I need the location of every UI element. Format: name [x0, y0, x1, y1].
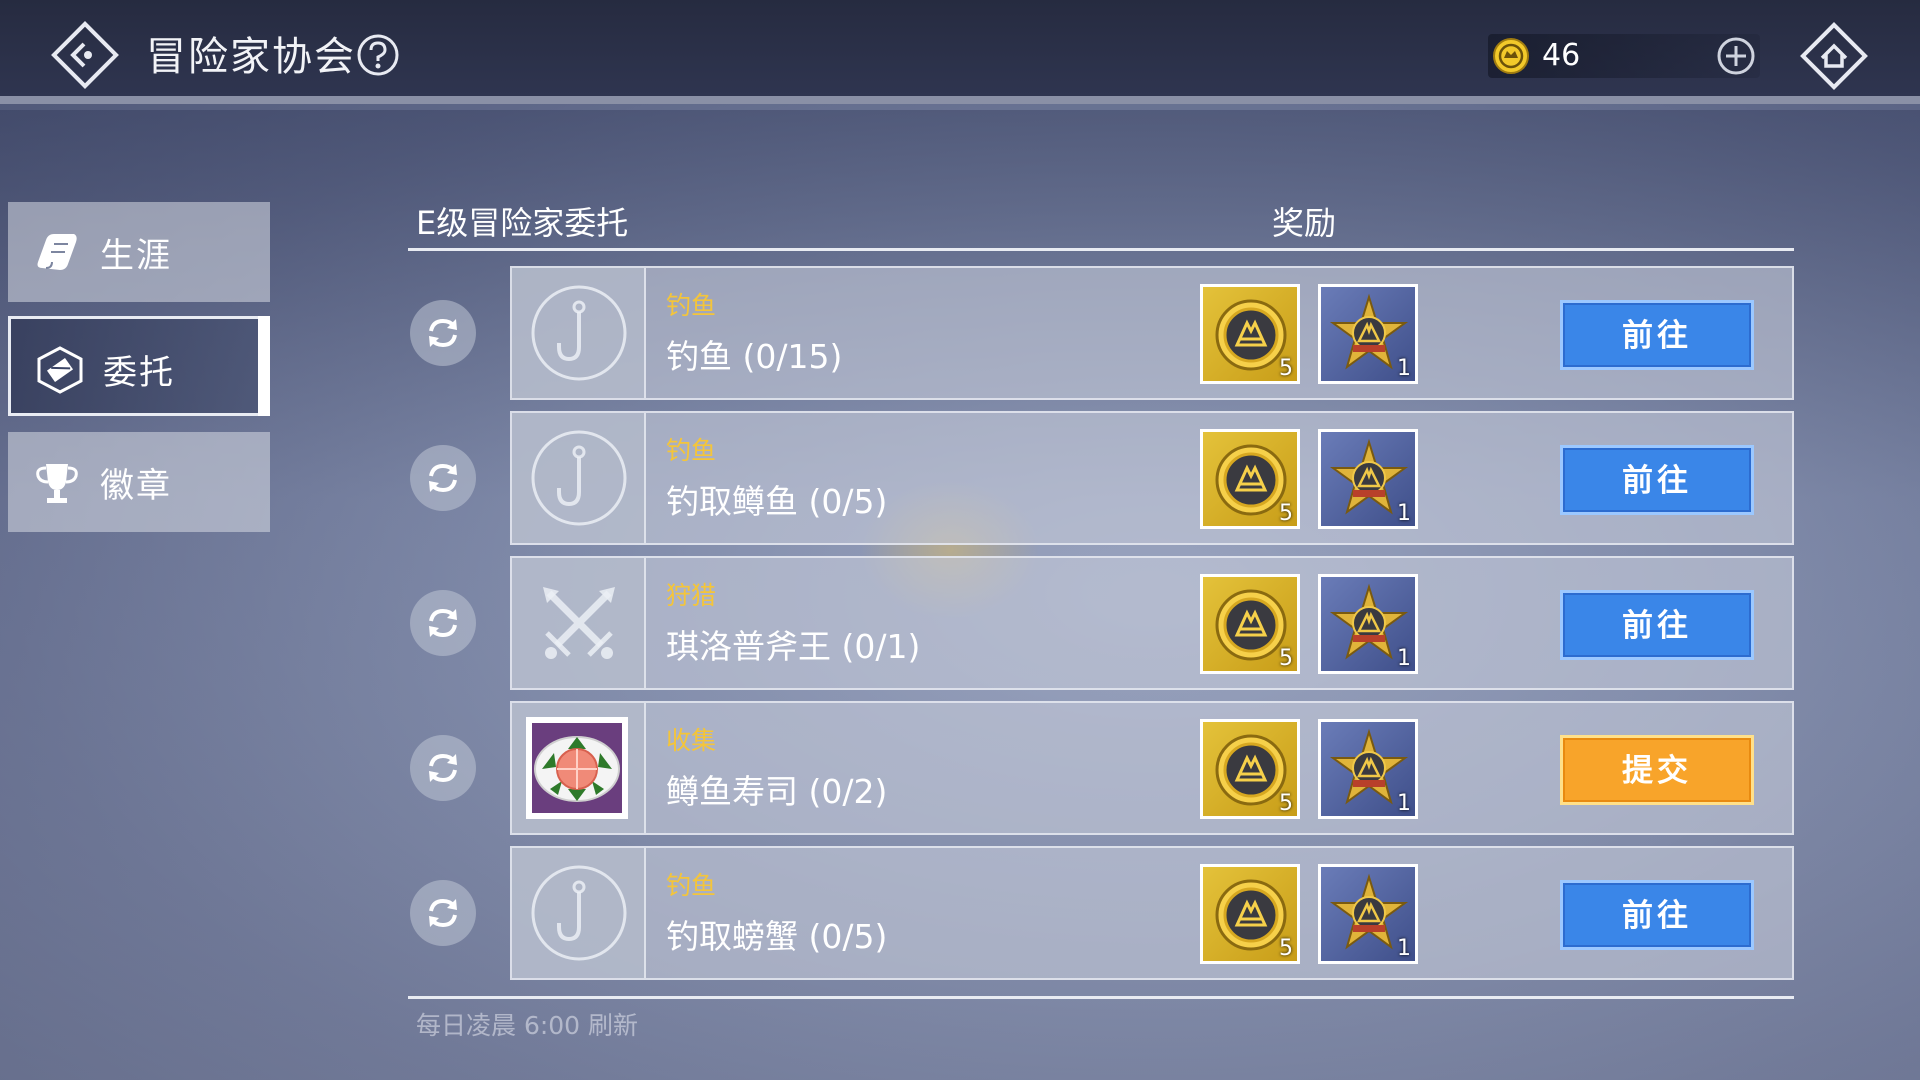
item-frame[interactable] [526, 717, 628, 819]
commission-row: 钓鱼 钓鱼 (0/15) 5 1 前往 [0, 266, 1920, 400]
page-title: 冒险家协会 [146, 34, 356, 80]
commission-card: 钓鱼 钓鱼 (0/15) 5 1 前往 [510, 266, 1794, 400]
back-diamond-icon [51, 21, 119, 89]
top-bar: 冒险家协会 46 [0, 0, 1920, 104]
commission-row: 收集 鳟鱼寿司 (0/2) 5 1 提交 [0, 701, 1920, 835]
submit-button[interactable]: 提交 [1560, 735, 1754, 805]
refresh-icon [429, 898, 457, 928]
reward-item-coin[interactable]: 5 [1200, 284, 1300, 384]
home-diamond-icon [1800, 22, 1868, 90]
reward-count: 1 [1397, 936, 1411, 961]
refresh-commission-button[interactable] [410, 880, 476, 946]
task-category: 狩猎 [666, 581, 717, 610]
task-category: 钓鱼 [666, 436, 717, 465]
refresh-icon [429, 753, 457, 783]
commission-card: 钓鱼 钓取螃蟹 (0/5) 5 1 前往 [510, 846, 1794, 980]
coin-icon [1493, 38, 1529, 74]
refresh-commission-button[interactable] [410, 445, 476, 511]
reward-count: 5 [1279, 501, 1293, 526]
go-button[interactable]: 前往 [1560, 590, 1754, 660]
reward-item-badge[interactable]: 1 [1318, 284, 1418, 384]
reward-count: 1 [1397, 791, 1411, 816]
task-name: 钓取螃蟹 (0/5) [666, 917, 888, 956]
task-icon-box [512, 848, 646, 978]
reward-item-coin[interactable]: 5 [1200, 574, 1300, 674]
help-icon[interactable] [356, 33, 400, 77]
go-button[interactable]: 前往 [1560, 300, 1754, 370]
reward-count: 5 [1279, 356, 1293, 381]
task-name: 钓取鳟鱼 (0/5) [666, 482, 888, 521]
add-currency-button[interactable] [1716, 36, 1756, 76]
commission-card: 狩猎 琪洛普斧王 (0/1) 5 1 前往 [510, 556, 1794, 690]
commission-card: 收集 鳟鱼寿司 (0/2) 5 1 提交 [510, 701, 1794, 835]
commission-row: 钓鱼 钓取鳟鱼 (0/5) 5 1 前往 [0, 411, 1920, 545]
commission-card: 钓鱼 钓取鳟鱼 (0/5) 5 1 前往 [510, 411, 1794, 545]
back-button[interactable] [50, 20, 120, 90]
reward-item-badge[interactable]: 1 [1318, 864, 1418, 964]
refresh-commission-button[interactable] [410, 735, 476, 801]
fishing-hook-icon [531, 865, 627, 961]
refresh-icon [429, 463, 457, 493]
reward-column-header: 奖励 [1272, 204, 1337, 242]
plus-icon [1717, 37, 1755, 75]
task-name: 琪洛普斧王 (0/1) [666, 627, 921, 666]
commission-row: 钓鱼 钓取螃蟹 (0/5) 5 1 前往 [0, 846, 1920, 980]
reward-count: 5 [1279, 646, 1293, 671]
reward-count: 1 [1397, 356, 1411, 381]
task-category: 收集 [666, 726, 717, 755]
reward-item-coin[interactable]: 5 [1200, 719, 1300, 819]
task-icon-box [512, 558, 646, 688]
commission-row: 狩猎 琪洛普斧王 (0/1) 5 1 前往 [0, 556, 1920, 690]
reward-count: 5 [1279, 936, 1293, 961]
trout-sushi-icon [532, 723, 622, 813]
commission-list-title: E级冒险家委托 [416, 204, 629, 242]
task-icon-box [512, 268, 646, 398]
task-name: 钓鱼 (0/15) [666, 337, 843, 376]
reward-item-badge[interactable]: 1 [1318, 574, 1418, 674]
reward-count: 5 [1279, 791, 1293, 816]
fishing-hook-icon [531, 430, 627, 526]
coin-value: 46 [1542, 38, 1581, 73]
reward-item-badge[interactable]: 1 [1318, 429, 1418, 529]
refresh-commission-button[interactable] [410, 590, 476, 656]
go-button[interactable]: 前往 [1560, 880, 1754, 950]
refresh-icon [429, 318, 457, 348]
refresh-time-note: 每日凌晨 6:00 刷新 [416, 1011, 639, 1040]
reward-item-coin[interactable]: 5 [1200, 864, 1300, 964]
reward-item-badge[interactable]: 1 [1318, 719, 1418, 819]
task-category: 钓鱼 [666, 871, 717, 900]
footer-divider [408, 996, 1794, 999]
task-icon-box [512, 703, 646, 833]
task-icon-box [512, 413, 646, 543]
task-category: 钓鱼 [666, 291, 717, 320]
crossed-swords-icon [543, 587, 615, 659]
home-button[interactable] [1798, 20, 1870, 92]
refresh-icon [429, 608, 457, 638]
currency-display: 46 [1488, 34, 1760, 78]
reward-item-coin[interactable]: 5 [1200, 429, 1300, 529]
fishing-hook-icon [531, 285, 627, 381]
refresh-commission-button[interactable] [410, 300, 476, 366]
task-name: 鳟鱼寿司 (0/2) [666, 772, 888, 811]
header-divider [408, 248, 1794, 251]
reward-count: 1 [1397, 646, 1411, 671]
reward-count: 1 [1397, 501, 1411, 526]
go-button[interactable]: 前往 [1560, 445, 1754, 515]
